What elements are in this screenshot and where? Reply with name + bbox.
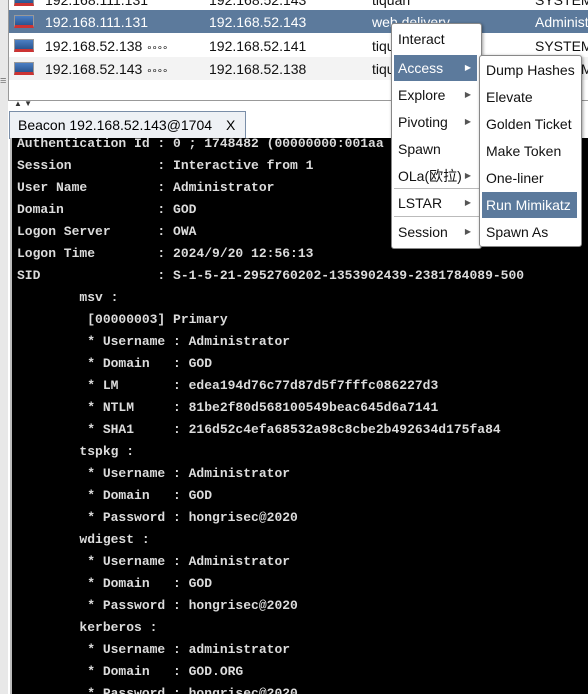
internal-ip: 192.168.52.143 xyxy=(209,14,307,30)
console-line: * Username : Administrator xyxy=(17,466,291,481)
console-line: * Domain : GOD xyxy=(17,356,213,371)
tab-beacon[interactable]: Beacon 192.168.52.143@1704 X xyxy=(9,111,247,139)
external-ip-text: 192.168.52.143 xyxy=(45,61,143,77)
submenu-item-elevate[interactable]: Elevate xyxy=(482,84,577,110)
submenu-item-spawn-as[interactable]: Spawn As xyxy=(482,219,577,245)
submenu-item-run-mimikatz[interactable]: Run Mimikatz xyxy=(482,192,577,218)
submenu-item-label: Make Token xyxy=(486,143,562,159)
context-menu: Interact Access ▶ Explore ▶ Pivoting ▶ Spawn OLa… xyxy=(391,23,482,249)
menu-item-label: Spawn xyxy=(398,141,441,157)
console-line: * Password : hongrisec@2020 xyxy=(17,686,298,694)
console-line: [00000003] Primary xyxy=(17,312,228,327)
listener: tiquan xyxy=(372,0,411,8)
console-line: Domain : GOD xyxy=(17,202,197,217)
submenu-item-label: Dump Hashes xyxy=(486,62,575,78)
menu-item-label: OLa(欧拉) xyxy=(398,168,462,184)
link-icon: ∘∘∘∘ xyxy=(146,43,168,54)
session-row[interactable]: 192.168.111.131 192.168.52.143 web deliv… xyxy=(9,10,588,33)
menu-item-spawn[interactable]: Spawn xyxy=(394,136,477,162)
left-panel-edge: ≡ xyxy=(0,0,8,694)
user: SYSTEM xyxy=(535,38,588,54)
submenu-item-golden-ticket[interactable]: Golden Ticket xyxy=(482,111,577,137)
console-line: wdigest : xyxy=(17,532,150,547)
console-line: Authentication Id : 0 ; 1748482 (0000000… xyxy=(17,138,384,151)
console-line: * Domain : GOD.ORG xyxy=(17,664,244,679)
user: SYSTEM xyxy=(535,0,588,8)
submenu-arrow-icon: ▶ xyxy=(464,171,471,180)
menu-item-label: Interact xyxy=(398,31,445,47)
console-line: SID : S-1-5-21-2952760202-1353902439-238… xyxy=(17,268,525,283)
submenu-item-dump-hashes[interactable]: Dump Hashes xyxy=(482,57,577,83)
menu-item-label: Access xyxy=(398,60,444,76)
access-submenu: Dump Hashes Elevate Golden Ticket Make Toke… xyxy=(479,55,582,247)
console-line: * Password : hongrisec@2020 xyxy=(17,510,298,525)
menu-item-label: LSTAR xyxy=(398,195,443,211)
console-line: * Password : hongrisec@2020 xyxy=(17,598,298,613)
console-line: * Username : administrator xyxy=(17,642,291,657)
submenu-item-label: Elevate xyxy=(486,89,533,105)
menu-item-label: Session xyxy=(398,224,448,240)
console-line: * Domain : GOD xyxy=(17,488,213,503)
menu-item-pivoting[interactable]: Pivoting ▶ xyxy=(394,109,477,135)
console-line: * LM : edea194d76c77d87d5f7fffc086227d3 xyxy=(17,378,439,393)
submenu-arrow-icon: ▶ xyxy=(464,198,471,207)
menu-item-label: Explore xyxy=(398,87,446,103)
submenu-item-label: One-liner xyxy=(486,170,544,186)
external-ip: 192.168.52.143 ∘∘∘∘ xyxy=(45,61,168,77)
submenu-item-make-token[interactable]: Make Token xyxy=(482,138,577,164)
external-ip: 192.168.52.138 ∘∘∘∘ xyxy=(45,38,168,54)
user: Administ xyxy=(535,14,588,30)
menu-item-explore[interactable]: Explore ▶ xyxy=(394,82,477,108)
console-line: * SHA1 : 216d52c4efa68532a98c8cbe2b49263… xyxy=(17,422,501,437)
submenu-item-one-liner[interactable]: One-liner xyxy=(482,165,577,191)
submenu-item-label: Golden Ticket xyxy=(486,116,572,132)
computer-icon xyxy=(14,62,34,75)
submenu-arrow-icon: ▶ xyxy=(464,227,471,236)
tab-close-button[interactable]: X xyxy=(226,117,235,133)
console-line: * NTLM : 81be2f80d568100549beac645d6a714… xyxy=(17,400,439,415)
internal-ip: 192.168.52.143 xyxy=(209,0,307,8)
console-line: * Domain : GOD xyxy=(17,576,213,591)
link-icon: ∘∘∘∘ xyxy=(146,66,168,77)
menu-item-access[interactable]: Access ▶ xyxy=(394,55,477,81)
submenu-item-label: Run Mimikatz xyxy=(486,197,571,213)
submenu-arrow-icon: ▶ xyxy=(464,63,471,72)
tab-label: Beacon 192.168.52.143@1704 xyxy=(18,117,213,133)
console-line: User Name : Administrator xyxy=(17,180,275,195)
console-line: * Username : Administrator xyxy=(17,554,291,569)
menu-item-session[interactable]: Session ▶ xyxy=(394,219,477,245)
computer-icon xyxy=(14,0,34,6)
menu-item-label: Pivoting xyxy=(398,114,448,130)
external-ip-text: 192.168.52.138 xyxy=(45,38,143,54)
computer-icon xyxy=(14,39,34,52)
split-pane-arrows[interactable]: ▲ ▼ xyxy=(14,99,32,108)
internal-ip: 192.168.52.141 xyxy=(209,38,307,54)
submenu-arrow-icon: ▶ xyxy=(464,90,471,99)
console-line: Session : Interactive from 1 xyxy=(17,158,314,173)
console-line: Logon Time : 2024/9/20 12:56:13 xyxy=(17,246,314,261)
menu-item-lstar[interactable]: LSTAR ▶ xyxy=(394,190,477,216)
menu-separator xyxy=(394,188,479,189)
console-line: tspkg : xyxy=(17,444,135,459)
session-row[interactable]: 192.168.52.138 ∘∘∘∘ 192.168.52.141 tiqua… xyxy=(9,34,588,57)
internal-ip: 192.168.52.138 xyxy=(209,61,307,77)
console-line: kerberos : xyxy=(17,620,158,635)
menu-separator xyxy=(394,216,479,217)
console-line: * Username : Administrator xyxy=(17,334,291,349)
external-ip: 192.168.111.131 xyxy=(45,14,148,30)
external-ip: 192.168.111.131 xyxy=(45,0,148,8)
external-ip-text: 192.168.111.131 xyxy=(45,0,149,8)
console-line: Logon Server : OWA xyxy=(17,224,197,239)
submenu-item-label: Spawn As xyxy=(486,224,549,240)
external-ip-text: 192.168.111.131 xyxy=(45,14,149,30)
console-line: msv : xyxy=(17,290,119,305)
menu-item-ola-[interactable]: OLa(欧拉) ▶ xyxy=(394,163,477,189)
submenu-arrow-icon: ▶ xyxy=(464,117,471,126)
computer-icon xyxy=(14,15,34,28)
menu-item-interact[interactable]: Interact xyxy=(394,26,477,52)
